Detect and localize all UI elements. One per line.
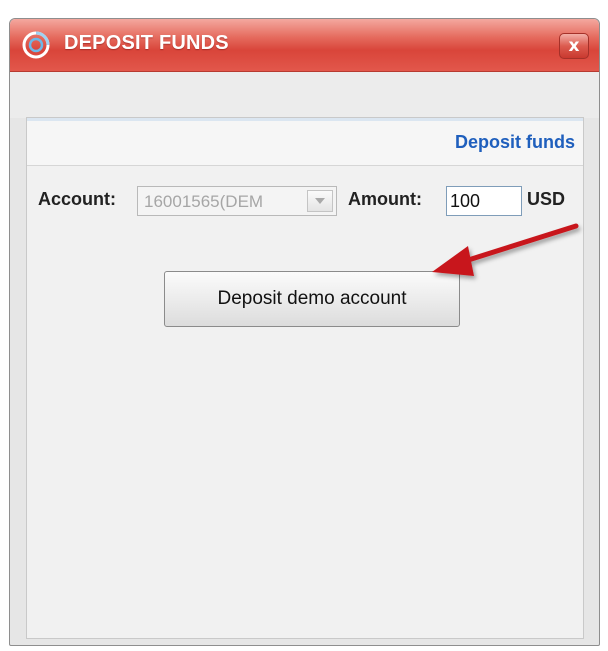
window-toolstrip — [10, 72, 599, 118]
panel-header-title[interactable]: Deposit funds — [455, 132, 575, 153]
close-icon: x — [568, 36, 580, 56]
amount-label: Amount: — [348, 189, 422, 209]
account-select-value: 16001565(DEM — [144, 192, 264, 211]
window-title: DEPOSIT FUNDS — [64, 32, 229, 54]
account-select[interactable]: 16001565(DEM — [137, 186, 337, 216]
app-logo-icon — [22, 31, 50, 59]
close-button[interactable]: x — [559, 33, 589, 59]
panel-header: Deposit funds — [27, 118, 583, 166]
account-label: Account: — [38, 189, 116, 209]
amount-input[interactable] — [446, 186, 522, 216]
deposit-funds-window: DEPOSIT FUNDS x Deposit funds Account: 1… — [9, 18, 600, 646]
chevron-down-icon — [315, 198, 325, 204]
currency-label: USD — [527, 189, 566, 209]
account-dropdown-button[interactable] — [307, 190, 333, 212]
window-titlebar: DEPOSIT FUNDS x — [10, 19, 599, 72]
deposit-panel: Deposit funds Account: 16001565(DEM Amou… — [26, 117, 584, 639]
deposit-demo-account-button[interactable]: Deposit demo account — [164, 271, 460, 327]
deposit-form-row: Account: 16001565(DEM Amount: USD — [27, 186, 583, 218]
